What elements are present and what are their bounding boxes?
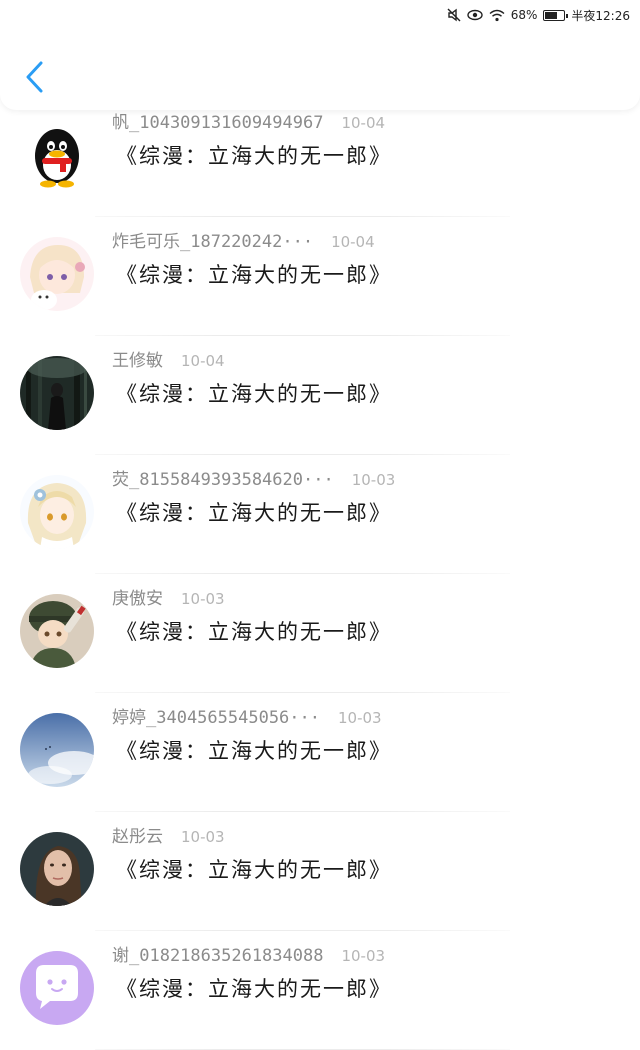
- comment-text: 《综漫：立海大的无一郎》: [116, 739, 392, 763]
- battery-icon: [543, 9, 569, 21]
- anime-blonde-avatar[interactable]: [20, 475, 94, 549]
- timestamp: 10-03: [338, 709, 382, 727]
- clock: 半夜12:26: [571, 8, 630, 23]
- list-item[interactable]: 谢_018218635261834088 10-03 《综漫：立海大的无一郎》: [0, 931, 640, 1050]
- timestamp: 10-03: [351, 471, 396, 489]
- timestamp: 10-03: [181, 590, 225, 608]
- chevron-left-icon[interactable]: [22, 60, 48, 94]
- anime-girl-avatar[interactable]: [20, 237, 94, 311]
- penguin-avatar[interactable]: [20, 118, 94, 192]
- item-meta: 荧_8155849393584620··· 10-03: [112, 465, 395, 490]
- username[interactable]: 庚傲安: [112, 584, 163, 609]
- list-item[interactable]: 赵彤云 10-03 《综漫：立海大的无一郎》: [0, 812, 640, 931]
- timestamp: 10-04: [331, 233, 375, 251]
- comment-text: 《综漫：立海大的无一郎》: [116, 977, 392, 1001]
- timestamp: 10-03: [181, 828, 225, 846]
- comment-text: 《综漫：立海大的无一郎》: [116, 858, 392, 882]
- username[interactable]: 炸毛可乐_187220242···: [112, 227, 313, 252]
- comment-list: 帆_104309131609494967 10-04 《综漫：立海大的无一郎》 炸毛…: [0, 98, 640, 1050]
- list-item[interactable]: 婷婷_3404565545056··· 10-03 《综漫：立海大的无一郎》: [0, 693, 640, 812]
- username[interactable]: 赵彤云: [112, 822, 163, 847]
- timestamp: 10-03: [341, 947, 386, 965]
- comment-text: 《综漫：立海大的无一郎》: [116, 620, 392, 644]
- username[interactable]: 荧_8155849393584620···: [112, 465, 334, 490]
- item-meta: 婷婷_3404565545056··· 10-03: [112, 703, 382, 728]
- battery-percent: 68%: [510, 8, 538, 22]
- status-icons: 68% 半夜12:26: [447, 7, 630, 24]
- status-bar: 68% 半夜12:26: [0, 0, 640, 30]
- item-meta: 帆_104309131609494967 10-04: [112, 108, 385, 133]
- forest-avatar[interactable]: [20, 356, 94, 430]
- sky-avatar[interactable]: [20, 713, 94, 787]
- username[interactable]: 婷婷_3404565545056···: [112, 703, 320, 728]
- item-meta: 王修敏 10-04: [112, 346, 225, 371]
- item-meta: 谢_018218635261834088 10-03: [112, 941, 385, 966]
- comment-text: 《综漫：立海大的无一郎》: [116, 144, 392, 168]
- item-meta: 炸毛可乐_187220242··· 10-04: [112, 227, 375, 252]
- comment-text: 《综漫：立海大的无一郎》: [116, 263, 392, 287]
- username[interactable]: 王修敏: [112, 346, 163, 371]
- list-item[interactable]: 荧_8155849393584620··· 10-03 《综漫：立海大的无一郎》: [0, 455, 640, 574]
- chat-bubble-avatar[interactable]: [20, 951, 94, 1025]
- list-item[interactable]: 王修敏 10-04 《综漫：立海大的无一郎》: [0, 336, 640, 455]
- username[interactable]: 帆_104309131609494967: [112, 108, 323, 133]
- list-item[interactable]: 帆_104309131609494967 10-04 《综漫：立海大的无一郎》: [0, 98, 640, 217]
- username[interactable]: 谢_018218635261834088: [112, 941, 323, 966]
- battery-fill: [545, 11, 558, 19]
- timestamp: 10-04: [341, 114, 386, 132]
- comment-text: 《综漫：立海大的无一郎》: [116, 501, 392, 525]
- eye-icon: [467, 9, 483, 21]
- list-item[interactable]: 庚傲安 10-03 《综漫：立海大的无一郎》: [0, 574, 640, 693]
- soldier-avatar[interactable]: [20, 594, 94, 668]
- comment-text: 《综漫：立海大的无一郎》: [116, 382, 392, 406]
- item-meta: 赵彤云 10-03: [112, 822, 225, 847]
- portrait-avatar[interactable]: [20, 832, 94, 906]
- mute-icon: [447, 8, 461, 22]
- item-meta: 庚傲安 10-03: [112, 584, 225, 609]
- wifi-icon: [489, 9, 505, 21]
- timestamp: 10-04: [181, 352, 225, 370]
- list-item[interactable]: 炸毛可乐_187220242··· 10-04 《综漫：立海大的无一郎》: [0, 217, 640, 336]
